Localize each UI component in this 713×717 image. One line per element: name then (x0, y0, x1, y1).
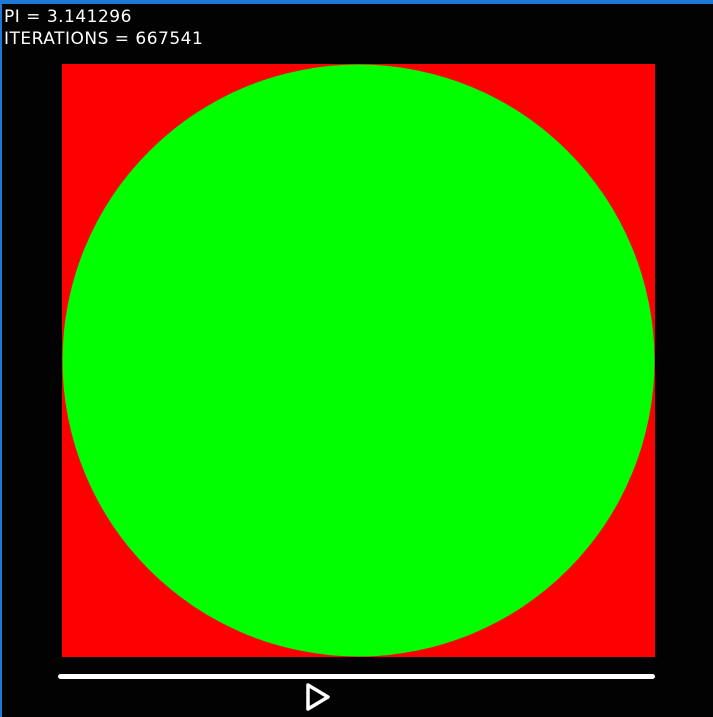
progress-bar[interactable] (58, 674, 655, 679)
iterations-text: ITERATIONS = 667541 (4, 29, 204, 49)
inside-region-circle (62, 64, 655, 657)
play-icon (306, 683, 330, 711)
window-left-border (0, 0, 2, 717)
monte-carlo-canvas (62, 64, 655, 657)
stats-overlay: PI = 3.141296 ITERATIONS = 667541 (4, 6, 203, 50)
monte-carlo-plot (62, 64, 655, 657)
window-top-border (0, 0, 713, 4)
pi-estimate-text: PI = 3.141296 (4, 7, 132, 27)
play-button[interactable] (302, 682, 332, 712)
app-window: PI = 3.141296 ITERATIONS = 667541 (0, 0, 713, 717)
